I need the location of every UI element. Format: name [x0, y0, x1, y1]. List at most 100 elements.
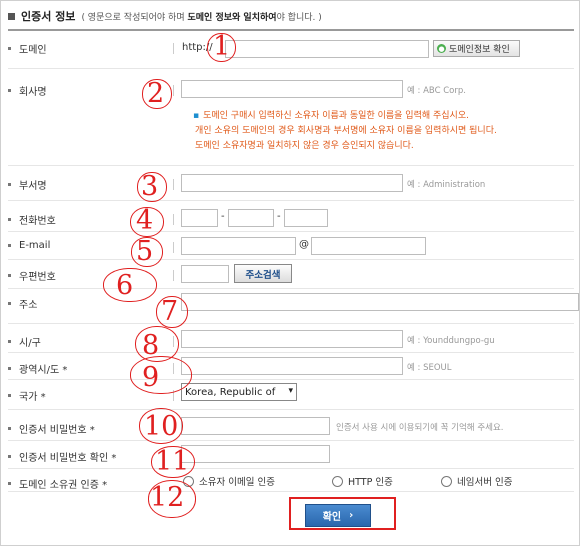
password-confirm-input[interactable]: [181, 445, 330, 463]
radio-circle-icon: [332, 475, 343, 487]
row-divider: [8, 440, 574, 441]
zipcode-label-row: 우편번호: [8, 268, 56, 283]
separator: [173, 43, 174, 54]
chevron-down-icon: ▾: [288, 386, 293, 396]
bullet-icon: [8, 340, 11, 343]
section-title: 인증서 정보: [21, 10, 76, 23]
note-text-3: 도메인 소유자명과 일치하지 않은 경우 승인되지 않습니다.: [195, 141, 414, 151]
note-bullet-icon: ▪: [193, 111, 200, 121]
bullet-icon: [8, 47, 11, 50]
bullet-icon: [8, 218, 11, 221]
bullet-icon: [8, 394, 11, 397]
phone-label-row: 전화번호: [8, 212, 56, 227]
bullet-icon: [8, 274, 11, 277]
note-line-3: 도메인 소유자명과 일치하지 않은 경우 승인되지 않습니다.: [193, 139, 497, 154]
radio-email-auth[interactable]: 소유자 이메일 인증: [183, 474, 275, 488]
bullet-icon: [8, 302, 11, 305]
row-divider: [8, 491, 574, 492]
password-input[interactable]: [181, 417, 330, 435]
password-hint: 인증서 사용 시에 이용되기에 꼭 기억해 주세요.: [336, 423, 504, 433]
email-at: @: [299, 239, 309, 250]
email-local-input[interactable]: [181, 237, 296, 255]
section-subtitle: ( 영문으로 작성되어야 하며 도메인 정보와 일치하여야 합니다. ): [81, 10, 321, 23]
annotation-number: 8: [142, 330, 160, 361]
phone-input-3[interactable]: [284, 209, 328, 227]
phone-input-1[interactable]: [181, 209, 218, 227]
domain-input[interactable]: [225, 40, 429, 58]
subtitle-highlight: 도메인 정보와 일치하여: [187, 12, 277, 23]
bullet-icon: [8, 482, 11, 485]
chevron-right-icon: ›: [349, 510, 354, 521]
annotation-number: 5: [136, 236, 154, 267]
bullet-icon: [8, 367, 11, 370]
separator: [173, 242, 174, 253]
company-note: ▪ 도메인 구매시 입력하신 소유자 이름과 동일한 이름을 입력해 주십시오. …: [193, 109, 497, 154]
annotation-number: 10: [144, 411, 179, 442]
confirm-label: 확인: [322, 512, 342, 523]
bullet-icon: [8, 89, 11, 92]
address-label: 주소: [19, 300, 38, 311]
separator: [173, 214, 174, 225]
email-domain-input[interactable]: [311, 237, 426, 255]
email-label-row: E-mail: [8, 240, 50, 251]
city-input[interactable]: [181, 330, 403, 348]
domain-label: 도메인: [19, 45, 47, 56]
country-select[interactable]: Korea, Republic of ▾: [181, 383, 297, 401]
domain-check-button[interactable]: ● 도메인정보 확인: [433, 40, 520, 57]
subtitle-post: 야 합니다. ): [276, 12, 322, 23]
separator: [173, 270, 174, 281]
annotation-number: 11: [155, 446, 190, 477]
address-input[interactable]: [181, 293, 579, 311]
annotation-number: 7: [161, 296, 179, 327]
radio-http-auth-label: HTTP 인증: [348, 477, 393, 488]
company-input[interactable]: [181, 80, 403, 98]
province-label: 광역시/도 *: [19, 365, 68, 376]
row-divider: [8, 165, 574, 166]
section-square-icon: [8, 12, 15, 20]
separator: [173, 179, 174, 190]
country-label: 국가 *: [19, 392, 46, 403]
password-confirm-label-row: 인증서 비밀번호 확인 *: [8, 449, 116, 464]
password-label: 인증서 비밀번호 *: [19, 425, 95, 436]
department-input[interactable]: [181, 174, 403, 192]
separator: [173, 85, 174, 96]
row-divider: [8, 259, 574, 260]
phone-input-2[interactable]: [228, 209, 274, 227]
row-divider: [8, 200, 574, 201]
city-hint: 예 : Younddungpo-gu: [407, 336, 495, 346]
radio-nameserver-auth[interactable]: 네임서버 인증: [441, 474, 512, 488]
department-label: 부서명: [19, 181, 47, 192]
province-input[interactable]: [181, 357, 403, 375]
city-label-row: 시/구: [8, 334, 41, 349]
row-divider: [8, 288, 574, 289]
domain-label-row: 도메인: [8, 41, 47, 56]
password-label-row: 인증서 비밀번호 *: [8, 421, 95, 436]
phone-dash-2: -: [277, 211, 281, 222]
confirm-button[interactable]: 확인 ›: [305, 504, 371, 527]
address-search-button[interactable]: 주소검색: [234, 264, 292, 283]
company-label-row: 회사명: [8, 83, 47, 98]
annotation-number: 12: [150, 482, 185, 513]
city-label: 시/구: [19, 338, 41, 349]
country-label-row: 국가 *: [8, 388, 46, 403]
annotation-number: 9: [142, 362, 160, 393]
country-value: Korea, Republic of: [185, 386, 276, 398]
row-divider: [8, 379, 574, 380]
check-circle-icon: ●: [437, 44, 446, 53]
annotation-number: 4: [136, 205, 154, 236]
phone-label: 전화번호: [19, 216, 56, 227]
annotation-ring: [130, 356, 192, 394]
note-line-2: 개인 소유의 도메인의 경우 회사명과 부서명에 소유자 이름을 입력하시면 됩…: [193, 124, 497, 139]
annotation-number: 6: [116, 270, 134, 301]
row-divider: [8, 231, 574, 232]
ownership-label-row: 도메인 소유권 인증 *: [8, 476, 107, 491]
province-label-row: 광역시/도 *: [8, 361, 67, 376]
annotation-number: 1: [213, 31, 231, 62]
annotation-number: 2: [147, 78, 165, 109]
section-header: 인증서 정보 ( 영문으로 작성되어야 하며 도메인 정보와 일치하여야 합니다…: [8, 7, 322, 25]
row-divider: [8, 409, 574, 410]
company-label: 회사명: [19, 87, 47, 98]
zipcode-input[interactable]: [181, 265, 229, 283]
radio-http-auth[interactable]: HTTP 인증: [332, 474, 393, 488]
row-divider: [8, 68, 574, 69]
